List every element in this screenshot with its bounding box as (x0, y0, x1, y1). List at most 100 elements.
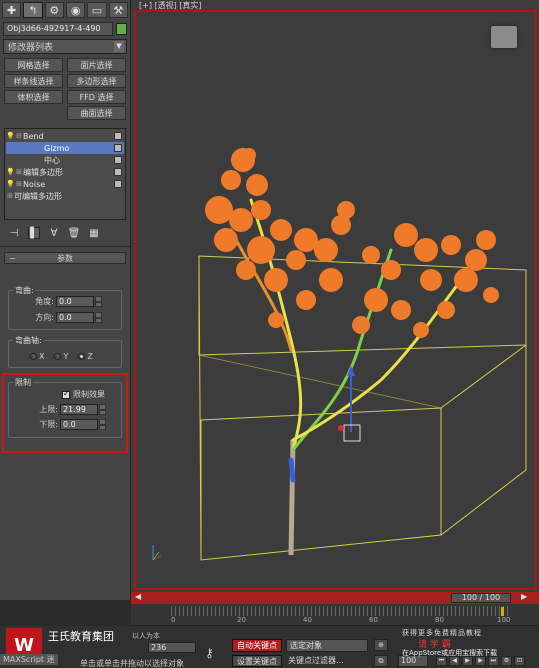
maxscript-listener[interactable]: MAXScript 迷 (0, 654, 58, 665)
stack-item-edit-poly[interactable]: 💡 ⊞ 编辑多边形 (6, 166, 124, 178)
set-key-mode-icon[interactable]: ⊕ (374, 639, 388, 651)
bend-axis-row: X Y Z (30, 352, 103, 361)
direction-row: 方向: 0.0 (24, 312, 102, 323)
brand-name: 王氏教育集团 (48, 630, 114, 643)
go-to-end-icon[interactable]: ⏭ (488, 656, 499, 666)
object-name-field[interactable]: Obj3d66-492917-4-490 (3, 22, 113, 36)
spinner-arrows-icon[interactable] (95, 296, 102, 307)
stack-item-gizmo[interactable]: Gizmo (6, 142, 124, 154)
key-filters-button[interactable]: 关键点过滤器... (288, 655, 344, 666)
selection-set-dropdown[interactable]: 选定对象 (286, 639, 368, 652)
bend-gizmo-box (198, 255, 527, 561)
coordinate-field[interactable]: 236 (148, 642, 196, 653)
lightbulb-icon[interactable]: 💡 (6, 180, 15, 188)
stack-item-editable-poly[interactable]: ⊞ 可编辑多边形 (6, 190, 124, 202)
axis-y-radio[interactable]: Y (54, 352, 68, 361)
show-end-result-icon[interactable]: ▌ (28, 227, 40, 239)
next-frame-icon[interactable]: ▶ (521, 592, 527, 601)
annotation-highlight-box (2, 373, 128, 453)
prev-frame-icon[interactable]: ◀ (135, 592, 141, 601)
go-to-start-icon[interactable]: ⏮ (436, 656, 447, 666)
modifier-list-dropdown[interactable]: 修改器列表 ▼ (3, 39, 127, 54)
brand-slogan: 以人为本 (132, 632, 160, 640)
patch-select-button[interactable]: 面片选择 (67, 58, 126, 72)
playback-controls: ⏮ ◀ ▶ ▶ ⏭ ⚙ ⊡ (436, 656, 525, 666)
make-unique-icon[interactable]: ∀ (48, 227, 60, 239)
prompt-line: 单击或单击并拖动以选择对象 (80, 659, 184, 668)
ruler-label: 20 (237, 616, 246, 624)
stack-toggle[interactable] (114, 144, 122, 152)
stack-item-noise[interactable]: 💡 ⊞ Noise (6, 178, 124, 190)
motion-tab-icon[interactable]: ◉ (65, 2, 86, 18)
axis-x-radio[interactable]: X (30, 352, 44, 361)
pin-stack-icon[interactable]: ⊣ (8, 227, 20, 239)
modifier-buttons: 网格选择 面片选择 样条线选择 多边形选择 体积选择 FFD 选择 曲面选择 (0, 54, 130, 120)
ffd-select-button[interactable]: FFD 选择 (67, 90, 126, 104)
scene-canvas (152, 148, 527, 561)
utilities-tab-icon[interactable]: ⚒ (108, 2, 128, 18)
lightbulb-icon[interactable]: 💡 (6, 132, 15, 140)
time-slider-track[interactable]: ◀ 100 / 100 ▶ (131, 592, 539, 604)
expand-icon[interactable]: ⊞ (6, 192, 14, 200)
tree-trunk (288, 439, 296, 556)
modify-tab-icon[interactable]: ↰ (23, 2, 43, 18)
prev-key-icon[interactable]: ◀ (449, 656, 460, 666)
key-icon[interactable]: ⚷ (205, 646, 214, 660)
stack-item-label: Noise (23, 179, 46, 189)
stack-toggle[interactable] (114, 168, 122, 176)
ruler-label: 100 (497, 616, 511, 624)
track-bar[interactable]: 0 20 40 60 80 100 (131, 604, 539, 626)
direction-input[interactable]: 0.0 (56, 312, 94, 323)
mesh-select-button[interactable]: 网格选择 (4, 58, 63, 72)
ruler-label: 80 (435, 616, 444, 624)
play-icon[interactable]: ▶ (462, 656, 473, 666)
stack-toolbar: ⊣ ▌ ∀ 🗑 ▦ (0, 220, 130, 240)
poly-select-button[interactable]: 多边形选择 (67, 74, 126, 88)
display-tab-icon[interactable]: ▭ (87, 2, 107, 18)
stack-item-bend[interactable]: 💡 ⊟ Bend (6, 130, 124, 142)
modifier-stack: 💡 ⊟ Bend Gizmo 中心 💡 ⊞ 编辑多边形 💡 ⊞ Noise ⊞ (4, 128, 126, 220)
chevron-down-icon: ▼ (114, 41, 124, 52)
radio-dot (30, 353, 37, 360)
next-key-icon[interactable]: ▶ (475, 656, 486, 666)
time-config-icon[interactable]: ⚙ (501, 656, 512, 666)
zoom-extents-icon[interactable]: ⊡ (514, 656, 525, 666)
set-key-button[interactable]: 设置关键点 (232, 655, 282, 667)
parameters-rollout-header[interactable]: − 参数 (4, 252, 126, 264)
key-mode-icon[interactable]: ⧉ (374, 655, 388, 667)
command-panel-tabs: ✚ ↰ ⚙ ◉ ▭ ⚒ (0, 0, 130, 20)
lightbulb-icon[interactable]: 💡 (6, 168, 15, 176)
radio-label: Y (63, 352, 69, 361)
create-tab-icon[interactable]: ✚ (2, 2, 22, 18)
auto-key-button[interactable]: 自动关键点 (232, 639, 282, 652)
logo-glyph: W (14, 634, 34, 656)
perspective-viewport[interactable]: [+] [透视] [真实] (131, 0, 539, 592)
axis-z-radio[interactable]: Z (78, 352, 93, 361)
angle-row: 角度: 0.0 (24, 296, 102, 307)
modifier-list-label: 修改器列表 (8, 43, 54, 53)
expand-icon[interactable]: ⊞ (15, 180, 23, 188)
stack-toggle[interactable] (114, 156, 122, 164)
command-panel: ✚ ↰ ⚙ ◉ ▭ ⚒ Obj3d66-492917-4-490 修改器列表 ▼… (0, 0, 131, 600)
object-color-swatch[interactable] (116, 23, 127, 35)
vol-select-button[interactable]: 体积选择 (4, 90, 63, 104)
stack-item-center[interactable]: 中心 (6, 154, 124, 166)
expand-icon[interactable]: ⊞ (15, 168, 23, 176)
collapse-icon[interactable]: ⊟ (15, 132, 23, 140)
time-slider[interactable]: 100 / 100 (451, 593, 511, 603)
configure-sets-icon[interactable]: ▦ (88, 227, 100, 239)
stack-toggle[interactable] (114, 180, 122, 188)
angle-input[interactable]: 0.0 (56, 296, 94, 307)
stack-toggle[interactable] (114, 132, 122, 140)
remove-modifier-icon[interactable]: 🗑 (68, 227, 81, 239)
ruler-ticks (171, 606, 509, 616)
surface-select-button[interactable]: 曲面选择 (67, 106, 126, 120)
collapse-icon: − (9, 253, 16, 263)
ruler-label: 0 (171, 616, 176, 624)
stack-item-label: 编辑多边形 (23, 167, 63, 177)
axis-tripod-icon (152, 545, 162, 561)
keyframe-marker[interactable] (501, 607, 504, 616)
hierarchy-tab-icon[interactable]: ⚙ (44, 2, 64, 18)
spline-select-button[interactable]: 样条线选择 (4, 74, 63, 88)
spinner-arrows-icon[interactable] (95, 312, 102, 323)
